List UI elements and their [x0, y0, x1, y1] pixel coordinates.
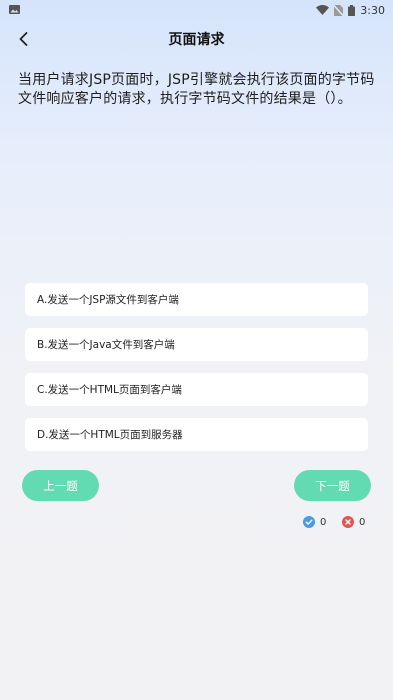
battery-icon	[348, 4, 356, 16]
prev-question-button[interactable]: 上一题	[22, 470, 99, 501]
no-sim-icon	[334, 4, 344, 16]
correct-score: 0	[303, 515, 326, 529]
correct-count: 0	[320, 516, 327, 528]
status-icons: 3:30	[316, 0, 385, 20]
check-circle-icon	[303, 516, 315, 528]
x-circle-icon	[342, 516, 354, 528]
status-time: 3:30	[360, 3, 385, 17]
option-b[interactable]: B.发送一个Java文件到客户端	[25, 328, 368, 361]
wifi-icon	[316, 5, 330, 15]
options-list: A.发送一个JSP源文件到客户端 B.发送一个Java文件到客户端 C.发送一个…	[25, 283, 368, 463]
option-a[interactable]: A.发送一个JSP源文件到客户端	[25, 283, 368, 316]
page-title: 页面请求	[168, 32, 225, 48]
nav-bar: 页面请求	[0, 22, 393, 56]
wrong-count: 0	[359, 516, 366, 528]
gallery-icon	[9, 5, 20, 14]
option-d[interactable]: D.发送一个HTML页面到服务器	[25, 418, 368, 451]
wrong-score: 0	[342, 515, 365, 529]
option-c[interactable]: C.发送一个HTML页面到客户端	[25, 373, 368, 406]
status-bar: 3:30	[0, 0, 393, 20]
next-question-button[interactable]: 下一题	[294, 470, 371, 501]
question-text: 当用户请求JSP页面时，JSP引擎就会执行该页面的字节码文件响应客户的请求，执行…	[18, 72, 375, 107]
